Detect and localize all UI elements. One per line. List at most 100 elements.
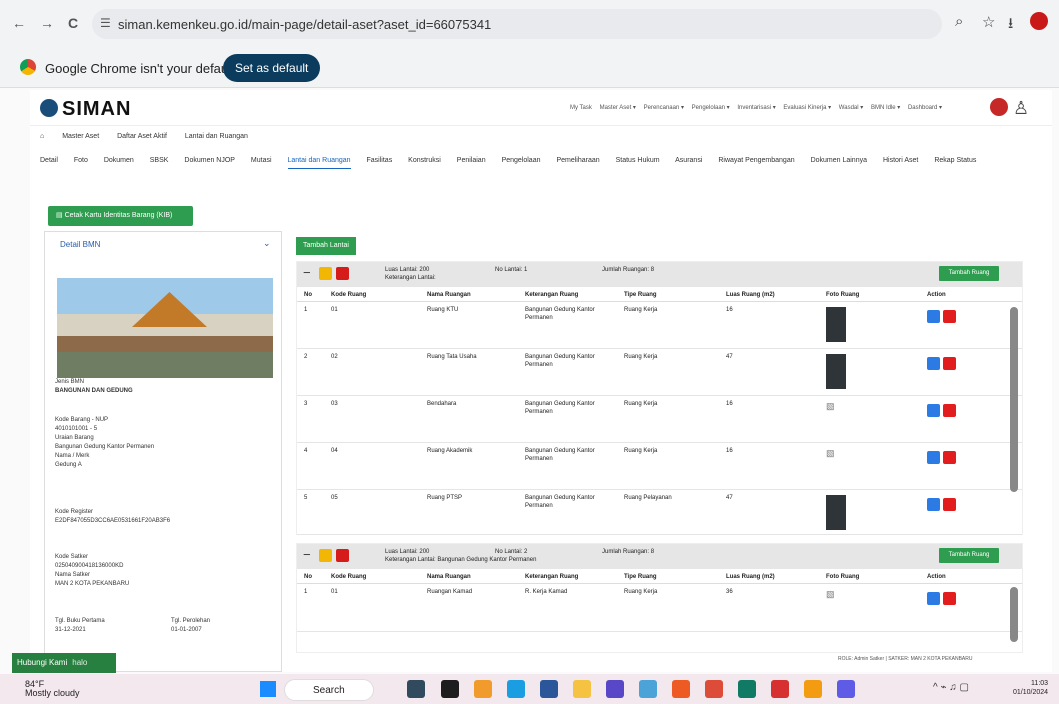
site-settings-icon[interactable]: ☰ — [100, 16, 111, 30]
delete-room-button[interactable] — [943, 404, 956, 417]
tab-riwayat-pengembangan[interactable]: Riwayat Pengembangan — [718, 157, 794, 164]
collapse-icon[interactable]: − — [303, 266, 316, 281]
view-room-button[interactable] — [927, 357, 940, 370]
user-icon[interactable]: ♙ — [1013, 98, 1029, 119]
tab-asuransi[interactable]: Asuransi — [675, 157, 702, 164]
tab-konstruksi[interactable]: Konstruksi — [408, 157, 441, 164]
tab-foto[interactable]: Foto — [74, 157, 88, 164]
breadcrumb-daftar-aset[interactable]: Daftar Aset Aktif — [117, 133, 167, 140]
collapse-icon[interactable]: − — [303, 548, 316, 563]
edit-floor-button[interactable] — [319, 549, 332, 562]
tab-histori-aset[interactable]: Histori Aset — [883, 157, 918, 164]
home-icon[interactable]: ⌂ — [40, 133, 44, 140]
row-tipe: Ruang Kerja — [624, 401, 658, 407]
header-tipe: Tipe Ruang — [624, 292, 657, 298]
tab-rekap-status[interactable]: Rekap Status — [934, 157, 976, 164]
add-floor-button[interactable]: Tambah Lantai — [296, 237, 356, 255]
tab-pemeliharaan[interactable]: Pemeliharaan — [556, 157, 599, 164]
tab-dokumen-lainnya[interactable]: Dokumen Lainnya — [811, 157, 867, 164]
set-default-button[interactable]: Set as default — [223, 54, 321, 82]
row-no: 1 — [304, 589, 308, 595]
delete-room-button[interactable] — [943, 498, 956, 511]
tab-penilaian[interactable]: Penilaian — [457, 157, 486, 164]
chevron-down-icon[interactable]: ⌄ — [263, 238, 271, 249]
row-luas: 47 — [726, 495, 733, 501]
view-room-button[interactable] — [927, 404, 940, 417]
nav-perencanaan[interactable]: Perencanaan ▾ — [644, 105, 684, 111]
nav-bmn-idle[interactable]: BMN Idle ▾ — [871, 105, 900, 111]
taskbar-app-icon[interactable] — [407, 680, 425, 698]
taskbar-app-icon[interactable] — [672, 680, 690, 698]
room-photo[interactable] — [826, 354, 846, 389]
app-header: SIMAN My Task Master Aset ▾ Perencanaan … — [30, 90, 1052, 126]
view-room-button[interactable] — [927, 451, 940, 464]
floor-1-scrollbar[interactable] — [1010, 307, 1018, 492]
taskbar-app-icon[interactable] — [540, 680, 558, 698]
nav-dashboard[interactable]: Dashboard ▾ — [908, 105, 942, 111]
delete-floor-button[interactable] — [336, 267, 349, 280]
taskbar-app-icon[interactable] — [804, 680, 822, 698]
edit-floor-button[interactable] — [319, 267, 332, 280]
delete-room-button[interactable] — [943, 310, 956, 323]
tab-lantai-ruangan[interactable]: Lantai dan Ruangan — [287, 157, 351, 169]
back-button[interactable]: ← — [12, 15, 26, 31]
contact-chat-button[interactable]: Hubungi Kami halo — [12, 653, 116, 673]
taskbar-clock[interactable]: 11:03 01/10/2024 — [1013, 679, 1048, 697]
notification-bell-icon[interactable] — [990, 98, 1008, 116]
app-logo[interactable]: SIMAN — [62, 98, 131, 121]
nav-master-aset[interactable]: Master Aset ▾ — [600, 105, 636, 111]
delete-floor-button[interactable] — [336, 549, 349, 562]
tab-dokumen-njop[interactable]: Dokumen NJOP — [184, 157, 235, 164]
nav-pengelolaan[interactable]: Pengelolaan ▾ — [692, 105, 730, 111]
print-kib-button[interactable]: ▤ Cetak Kartu Identitas Barang (KIB) — [48, 206, 193, 226]
tab-sbsk[interactable]: SBSK — [150, 157, 169, 164]
taskbar-app-icon[interactable] — [738, 680, 756, 698]
reload-button[interactable]: C — [68, 15, 78, 31]
view-room-button[interactable] — [927, 310, 940, 323]
delete-room-button[interactable] — [943, 357, 956, 370]
taskbar-app-icon[interactable] — [573, 680, 591, 698]
system-tray-icons[interactable]: ^ ⌁ ♫ ▢ — [933, 682, 969, 693]
room-photo[interactable] — [826, 495, 846, 530]
download-icon[interactable]: ⭳ — [1008, 13, 1013, 38]
weather-widget[interactable]: 84°F Mostly cloudy — [25, 680, 80, 698]
taskbar-app-icon[interactable] — [474, 680, 492, 698]
tab-pengelolaan[interactable]: Pengelolaan — [502, 157, 541, 164]
star-icon[interactable]: ☆ — [982, 13, 995, 31]
taskbar-app-icon[interactable] — [441, 680, 459, 698]
view-room-button[interactable] — [927, 592, 940, 605]
nav-evaluasi-kinerja[interactable]: Evaluasi Kinerja ▾ — [783, 105, 831, 111]
delete-room-button[interactable] — [943, 451, 956, 464]
taskbar-app-icon[interactable] — [837, 680, 855, 698]
taskbar-app-icon[interactable] — [606, 680, 624, 698]
taskbar-app-icon[interactable] — [771, 680, 789, 698]
view-room-button[interactable] — [927, 498, 940, 511]
tab-status-hukum[interactable]: Status Hukum — [616, 157, 660, 164]
forward-button[interactable]: → — [40, 15, 54, 31]
tab-fasilitas[interactable]: Fasilitas — [367, 157, 393, 164]
room-photo[interactable] — [826, 307, 846, 342]
add-room-button[interactable]: Tambah Ruang — [939, 266, 999, 281]
floor-2-scrollbar[interactable] — [1010, 587, 1018, 642]
taskbar-app-icon[interactable] — [639, 680, 657, 698]
tab-mutasi[interactable]: Mutasi — [251, 157, 272, 164]
detail-bmn-card: Detail BMN ⌄ Jenis BMN BANGUNAN DAN GEDU… — [44, 231, 282, 672]
roof-shape — [132, 292, 207, 327]
zoom-icon[interactable]: ⌕ — [955, 13, 963, 30]
nav-inventarisasi[interactable]: Inventarisasi ▾ — [737, 105, 775, 111]
taskbar-search[interactable]: Search — [284, 679, 374, 701]
profile-icon[interactable] — [1030, 12, 1048, 30]
taskbar-app-icon[interactable] — [507, 680, 525, 698]
tab-detail[interactable]: Detail — [40, 157, 58, 164]
detail-bmn-title[interactable]: Detail BMN — [60, 240, 100, 249]
tab-dokumen[interactable]: Dokumen — [104, 157, 134, 164]
taskbar-app-icon[interactable] — [705, 680, 723, 698]
nav-my-task[interactable]: My Task — [570, 105, 592, 111]
row-keterangan: R. Kerja Kamad — [525, 589, 568, 595]
add-room-button[interactable]: Tambah Ruang — [939, 548, 999, 563]
windows-start-icon[interactable] — [260, 681, 276, 697]
address-bar[interactable]: ☰ siman.kemenkeu.go.id/main-page/detail-… — [92, 9, 942, 39]
delete-room-button[interactable] — [943, 592, 956, 605]
breadcrumb-master-aset[interactable]: Master Aset — [62, 133, 99, 140]
nav-wasdal[interactable]: Wasdal ▾ — [839, 105, 863, 111]
